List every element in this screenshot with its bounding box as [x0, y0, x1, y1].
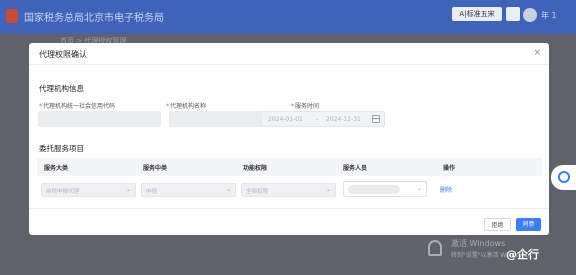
user-name[interactable]: 年 1: [541, 10, 557, 21]
category-select[interactable]: 纳税申报代理 ⌄: [41, 183, 136, 197]
col-header-permission: 功能权限: [243, 165, 268, 172]
service-items-heading: 委托服务项目: [39, 144, 84, 153]
service-table-header: [37, 158, 542, 176]
emblem-logo: [6, 9, 18, 23]
top-navigation-bar: 国家税务总局北京市电子税务局 A|标准五宋 年 1: [0, 0, 576, 34]
avatar[interactable]: [523, 8, 537, 22]
chevron-down-icon: ⌄: [416, 185, 422, 192]
app-title: 国家税务总局北京市电子税务局: [24, 13, 164, 24]
agent-permission-dialog: 代理权限确认 × 代理机构信息 *代理机构统一社会信用代码 *代理机构名称 *服…: [29, 43, 549, 235]
font-size-switch[interactable]: A|标准五宋: [452, 7, 502, 21]
dialog-header: 代理权限确认 ×: [29, 43, 549, 65]
reject-button[interactable]: 拒绝: [484, 218, 511, 231]
close-icon[interactable]: ×: [533, 48, 541, 58]
chevron-down-icon: ⌄: [325, 186, 331, 193]
date-end: 2024-12-31: [326, 116, 361, 123]
chevron-down-icon: ⌄: [125, 186, 131, 193]
col-header-subcategory: 服务中类: [143, 165, 168, 172]
lock-icon: [428, 240, 442, 256]
delete-link[interactable]: 删除: [440, 185, 452, 194]
assistant-icon: [558, 171, 570, 183]
subcategory-select[interactable]: 申报 ⌄: [141, 183, 236, 197]
service-time-label: *服务时间: [291, 103, 320, 110]
floating-assistant-button[interactable]: [551, 165, 576, 190]
col-header-action: 操作: [443, 165, 456, 172]
agency-info-heading: 代理机构信息: [39, 84, 84, 93]
col-header-staff: 服务人员: [343, 165, 368, 172]
footer-divider: [29, 208, 549, 209]
calendar-icon: [372, 115, 380, 123]
activate-windows-watermark: 激活 Windows: [451, 239, 506, 248]
staff-tag: [348, 185, 400, 194]
agree-button[interactable]: 同意: [516, 218, 541, 231]
permission-select[interactable]: 全部权限 ⌄: [241, 183, 336, 197]
date-separator: -: [316, 116, 319, 123]
agency-name-label: *代理机构名称: [166, 103, 207, 110]
settings-icon[interactable]: [506, 7, 520, 21]
corner-brand-logo: @企行: [506, 248, 539, 261]
chevron-down-icon: ⌄: [225, 186, 231, 193]
service-time-range-picker[interactable]: 2024-01-01 - 2024-12-31: [261, 111, 385, 127]
dialog-title: 代理权限确认: [39, 50, 87, 59]
date-start: 2024-01-01: [268, 116, 303, 123]
staff-select[interactable]: ⌄: [343, 181, 427, 197]
credit-code-label: *代理机构统一社会信用代码: [39, 103, 116, 110]
credit-code-input[interactable]: [38, 111, 161, 127]
col-header-category: 服务大类: [44, 165, 69, 172]
